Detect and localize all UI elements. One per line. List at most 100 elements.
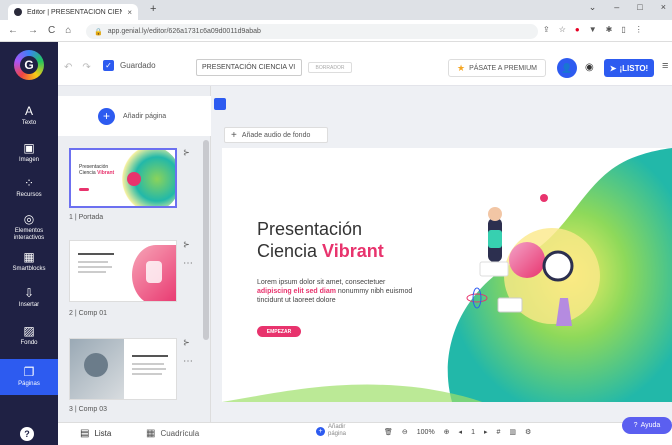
- slide-title[interactable]: Presentación Ciencia Vibrant: [257, 218, 384, 262]
- tool-label: Fondo: [20, 340, 38, 346]
- tool-label: Smartblocks: [12, 266, 46, 272]
- canvas-controls: 🗑 ⊖ 100% ⊕ ◂ 1 ▸ # ▥ ⚙: [384, 428, 531, 437]
- premium-label: PÁSATE A PREMIUM: [469, 64, 538, 72]
- page-more-icon[interactable]: ⋯: [183, 356, 193, 367]
- maximize-icon[interactable]: □: [637, 2, 642, 13]
- url-bar[interactable]: 🔒 app.genial.ly/editor/626a1731c6a09d001…: [86, 24, 538, 39]
- send-icon: ➤: [609, 63, 617, 73]
- genially-logo-icon[interactable]: G: [14, 50, 44, 80]
- green-bottom-shape: [222, 384, 482, 402]
- page-caption: 1 | Portada: [69, 214, 104, 221]
- trash-icon[interactable]: 🗑: [384, 428, 393, 436]
- page-caption: 2 | Comp 01: [69, 310, 108, 317]
- slide-body-text[interactable]: Lorem ipsum dolor sit amet, consectetuer…: [257, 278, 417, 305]
- tool-label: Insertar: [18, 302, 40, 308]
- slide-title-line1: Presentación: [257, 219, 363, 239]
- project-title-input[interactable]: PRESENTACIÓN CIENCIA VI: [196, 59, 302, 76]
- forward-icon[interactable]: →: [28, 25, 38, 36]
- pages-scrollbar[interactable]: [203, 140, 209, 340]
- page-options-icon[interactable]: ⊱: [183, 240, 190, 249]
- slide-artwork: [222, 148, 672, 402]
- page-thumbnail[interactable]: [69, 240, 177, 302]
- settings-icon[interactable]: ⚙: [525, 428, 531, 436]
- scientist-head: [488, 207, 502, 221]
- redo-icon[interactable]: ↷: [82, 62, 90, 73]
- bookmark-star-icon[interactable]: ☆: [559, 25, 566, 34]
- zoom-out-icon[interactable]: ⊖: [402, 428, 408, 436]
- add-page-button[interactable]: + Añadir página: [58, 96, 211, 136]
- page-thumbnail[interactable]: Presentación Ciencia Vibrant: [69, 148, 177, 208]
- tab-search-icon[interactable]: ⌄: [589, 2, 597, 13]
- list-view-button[interactable]: ▤ Lista: [80, 428, 111, 439]
- sidepanel-icon[interactable]: ▯: [621, 25, 625, 34]
- tool-label: Elementos interactivos: [13, 228, 45, 241]
- window-controls: ⌄ – □ ×: [589, 2, 666, 13]
- tool-image[interactable]: ▣ Imagen: [0, 141, 58, 169]
- preview-eye-icon[interactable]: ◉: [585, 62, 594, 73]
- profile-icon[interactable]: ⋮: [635, 25, 643, 34]
- extensions-icon[interactable]: ✱: [606, 25, 613, 34]
- grid-label: Cuadrícula: [160, 429, 200, 438]
- add-page-bottom-label: Añadir página: [328, 424, 347, 437]
- tool-interactive-elements[interactable]: ◎ Elementos interactivos: [0, 212, 58, 244]
- image-icon: ▣: [23, 141, 35, 155]
- share-page-icon[interactable]: ⇪: [543, 25, 550, 34]
- page-options-icon[interactable]: ⊱: [183, 148, 190, 157]
- page-thumbnail[interactable]: [69, 338, 177, 400]
- tool-label: Recursos: [16, 192, 42, 198]
- more-options-icon[interactable]: ≡: [662, 60, 668, 72]
- tool-resources[interactable]: ⁘ Recursos: [0, 176, 58, 204]
- page-options-icon[interactable]: ⊱: [183, 338, 190, 347]
- tool-label: Imagen: [18, 157, 39, 163]
- add-page-bottom-button[interactable]: + Añadir página: [316, 424, 346, 438]
- plus-icon: +: [316, 426, 325, 436]
- close-window-icon[interactable]: ×: [661, 2, 666, 13]
- filter-icon[interactable]: ▼: [589, 25, 597, 34]
- url-text: app.genial.ly/editor/626a1731c6a09d0011d…: [107, 28, 261, 35]
- star-icon: ★: [456, 62, 466, 73]
- saved-status: ✓ Guardado: [103, 60, 156, 71]
- grid-view-button[interactable]: ▦ Cuadrícula: [146, 428, 199, 439]
- ready-button[interactable]: ➤ ¡LISTO!: [604, 59, 654, 77]
- tool-label: Páginas: [18, 381, 40, 387]
- slide-canvas[interactable]: [222, 148, 672, 402]
- next-page-icon[interactable]: ▸: [484, 428, 488, 436]
- tool-label: Texto: [21, 120, 37, 126]
- help-icon[interactable]: ?: [20, 427, 34, 441]
- nav-buttons: ← → C ⌂: [8, 25, 71, 36]
- browser-tab[interactable]: Editor | PRESENTACIÓN CIENCIA ×: [8, 4, 138, 20]
- saved-label: Guardado: [120, 61, 156, 70]
- tool-background[interactable]: ▨ Fondo: [0, 324, 58, 352]
- pinterest-icon[interactable]: ●: [575, 25, 580, 34]
- slide-start-button[interactable]: EMPEZAR: [257, 326, 301, 337]
- new-tab-button[interactable]: +: [150, 3, 156, 15]
- tool-text[interactable]: A Texto: [0, 104, 58, 130]
- add-audio-button[interactable]: + Añade audio de fondo: [224, 127, 328, 143]
- pink-circle-shape: [509, 242, 545, 278]
- undo-icon[interactable]: ↶: [64, 62, 72, 73]
- reload-icon[interactable]: C: [48, 25, 55, 36]
- genially-favicon-icon: [14, 8, 22, 16]
- slide-title-line2: Ciencia Vibrant: [257, 241, 384, 261]
- share-users-icon[interactable]: 👤: [557, 58, 577, 78]
- canvas-pin-icon[interactable]: [214, 98, 226, 110]
- layout-icon[interactable]: ▥: [509, 428, 516, 436]
- premium-button[interactable]: ★ PÁSATE A PREMIUM: [448, 59, 546, 77]
- lock-icon: 🔒: [94, 28, 103, 36]
- prev-page-icon[interactable]: ◂: [459, 428, 463, 436]
- minimize-icon[interactable]: –: [614, 2, 619, 13]
- help-button[interactable]: ? Ayuda: [622, 417, 672, 434]
- home-icon[interactable]: ⌂: [65, 25, 71, 36]
- page-number: 1: [471, 428, 475, 436]
- zoom-in-icon[interactable]: ⊕: [444, 428, 450, 436]
- tool-smartblocks[interactable]: ▦ Smartblocks: [0, 250, 58, 278]
- scientist-body: [488, 230, 502, 248]
- close-tab-icon[interactable]: ×: [127, 8, 132, 17]
- add-page-label: Añadir página: [123, 112, 167, 120]
- tool-pages[interactable]: ❐ Páginas: [0, 359, 58, 395]
- tool-insert[interactable]: ⇩ Insertar: [0, 286, 58, 314]
- grid-guides-icon[interactable]: #: [496, 429, 500, 436]
- page-more-icon[interactable]: ⋯: [183, 258, 193, 269]
- back-icon[interactable]: ←: [8, 25, 18, 36]
- laptop-shape: [497, 297, 523, 313]
